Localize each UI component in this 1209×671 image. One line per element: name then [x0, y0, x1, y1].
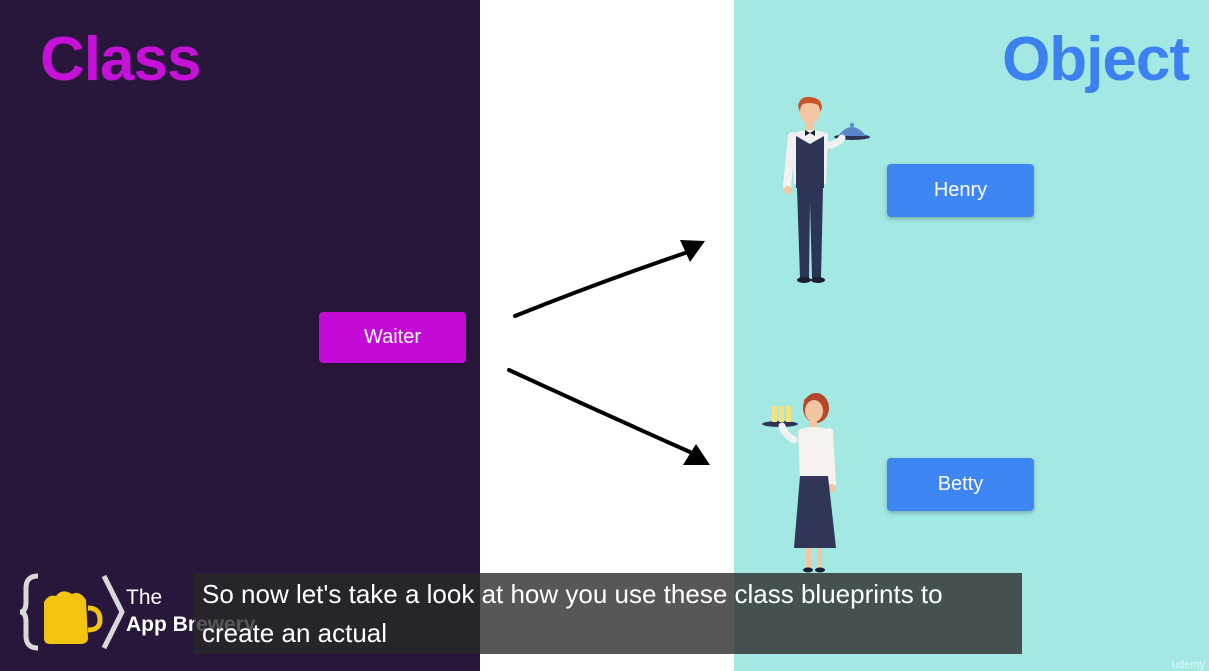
video-caption: So now let's take a look at how you use …	[194, 573, 1022, 654]
waiter-male-illustration	[783, 96, 870, 283]
waitress-female-illustration	[762, 393, 836, 573]
arrow-icon	[513, 240, 705, 318]
arrow-icon	[507, 368, 710, 465]
arrows	[507, 240, 710, 465]
logo-text-the: The	[126, 586, 163, 609]
app-brewery-logo-icon	[19, 573, 125, 651]
udemy-watermark: udemy	[1171, 659, 1205, 671]
